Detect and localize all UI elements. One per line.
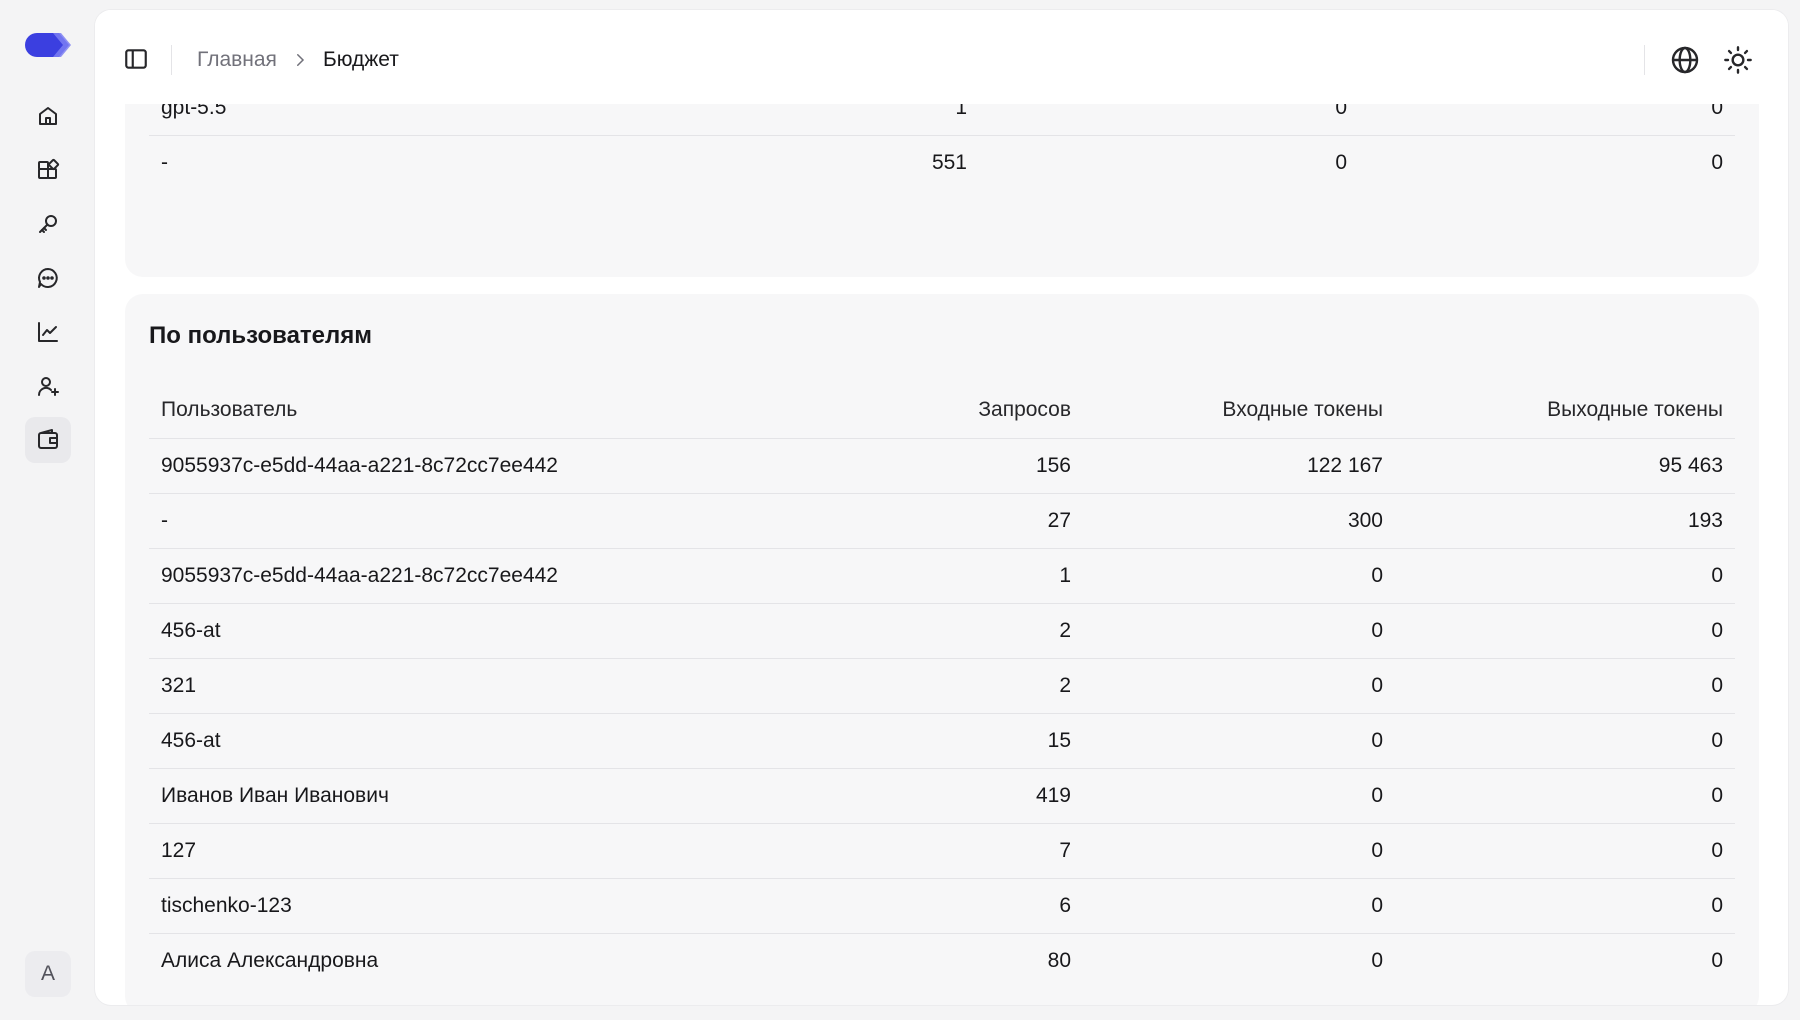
cell-user: 9055937c-e5dd-44aa-a221-8c72cc7ee442 (149, 547, 849, 603)
cell-requests: 80 (849, 932, 1083, 988)
cell-output: 0 (1395, 602, 1735, 658)
table-row: 9055937c-e5dd-44aa-a221-8c72cc7ee442 156 1… (149, 437, 1735, 493)
table-row: Алиса Александровна 80 0 0 (149, 932, 1735, 988)
nav-budget[interactable] (25, 417, 71, 463)
cell-input: 0 (1083, 602, 1395, 658)
nav-dashboard[interactable] (25, 147, 71, 193)
table-row: 127 7 0 0 (149, 822, 1735, 878)
cell-requests: 6 (849, 877, 1083, 933)
col-input-tokens[interactable]: Входные токены (1083, 383, 1395, 438)
user-add-icon (37, 377, 59, 396)
cell-output: 193 (1395, 492, 1735, 548)
chart-icon (38, 322, 58, 342)
cell-output: 0 (1359, 134, 1735, 190)
globe-icon[interactable] (1669, 44, 1701, 76)
users-table: Пользователь Запросов Входные токены Вых… (149, 383, 1735, 988)
cell-input: 0 (1083, 877, 1395, 933)
cell-input: 0 (979, 134, 1359, 190)
cell-output: 0 (1395, 877, 1735, 933)
dashboard-icon (38, 158, 60, 179)
wallet-icon (38, 429, 58, 449)
cell-requests: 7 (849, 822, 1083, 878)
avatar-letter: A (40, 962, 55, 985)
col-output-tokens[interactable]: Выходные токены (1395, 383, 1735, 438)
cell-requests: 551 (839, 134, 979, 190)
cell-input: 0 (1083, 547, 1395, 603)
table-row: 456-at 15 0 0 (149, 712, 1735, 768)
avatar[interactable]: A (25, 951, 71, 997)
col-user[interactable]: Пользователь (149, 383, 849, 438)
cell-input: 0 (1083, 657, 1395, 713)
cell-input: 0 (1083, 767, 1395, 823)
nav-users[interactable] (25, 363, 71, 409)
home-icon (39, 107, 57, 125)
table-row: 456-at 2 0 0 (149, 602, 1735, 658)
cell-output: 95 463 (1395, 437, 1735, 493)
cell-name: - (149, 134, 839, 190)
breadcrumb: Главная Бюджет (197, 44, 399, 76)
cell-user: 127 (149, 822, 849, 878)
cell-output: 0 (1395, 767, 1735, 823)
nav-home[interactable] (25, 93, 71, 139)
cell-requests: 156 (849, 437, 1083, 493)
main-panel: claude-sonnet-4-61144gpt-5.5100-55100 По… (95, 10, 1788, 1005)
cell-output: 0 (1395, 657, 1735, 713)
table-row: 9055937c-e5dd-44aa-a221-8c72cc7ee442 1 0 0 (149, 547, 1735, 603)
table-row: -27 300 193 (149, 492, 1735, 548)
cell-user: - (149, 492, 849, 548)
cell-input: 0 (1083, 712, 1395, 768)
top-bar: Главная Бюджет (95, 10, 1788, 104)
cell-requests: 2 (849, 657, 1083, 713)
cell-requests: 419 (849, 767, 1083, 823)
table-row: tischenko-123 6 0 0 (149, 877, 1735, 933)
sun-icon[interactable] (1722, 44, 1754, 76)
cell-output: 0 (1395, 932, 1735, 988)
sidebar-toggle-icon[interactable] (123, 46, 149, 72)
cell-user: Иванов Иван Иванович (149, 767, 849, 823)
cell-input: 300 (1083, 492, 1395, 548)
cell-user: 321 (149, 657, 849, 713)
divider (171, 45, 172, 75)
breadcrumb-current: Бюджет (322, 48, 399, 71)
nav-chat[interactable] (25, 255, 71, 301)
logo-icon[interactable] (23, 30, 73, 60)
key-icon (39, 215, 57, 233)
app-root: A claude-sonnet-4-61144gpt-5.5100-55100 … (0, 0, 1800, 1020)
users-card: По пользователям Пользователь Запросов В… (125, 294, 1759, 1005)
cell-requests: 1 (849, 547, 1083, 603)
section-title: По пользователям (149, 322, 373, 349)
col-requests[interactable]: Запросов (849, 383, 1083, 438)
divider (1644, 45, 1645, 75)
table-header-row: Пользователь Запросов Входные токены Вых… (149, 383, 1735, 438)
cell-user: 456-at (149, 602, 849, 658)
sidebar: A (0, 0, 95, 1020)
table-row: 321 2 0 0 (149, 657, 1735, 713)
cell-requests: 27 (849, 492, 1083, 548)
cell-output: 0 (1395, 712, 1735, 768)
cell-input: 122 167 (1083, 437, 1395, 493)
cell-output: 0 (1395, 547, 1735, 603)
chat-icon (38, 268, 58, 288)
cell-input: 0 (1083, 932, 1395, 988)
table-row: -551 0 0 (149, 134, 1735, 190)
nav-analytics[interactable] (25, 309, 71, 355)
cell-requests: 15 (849, 712, 1083, 768)
cell-user: 456-at (149, 712, 849, 768)
cell-input: 0 (1083, 822, 1395, 878)
cell-user: 9055937c-e5dd-44aa-a221-8c72cc7ee442 (149, 437, 849, 493)
table-row: Иванов Иван Иванович 419 0 0 (149, 767, 1735, 823)
breadcrumb-home[interactable]: Главная (197, 48, 277, 72)
cell-user: Алиса Александровна (149, 932, 849, 988)
cell-output: 0 (1395, 822, 1735, 878)
chevron-right-icon (296, 54, 304, 66)
cell-user: tischenko-123 (149, 877, 849, 933)
nav-keys[interactable] (25, 201, 71, 247)
cell-requests: 2 (849, 602, 1083, 658)
